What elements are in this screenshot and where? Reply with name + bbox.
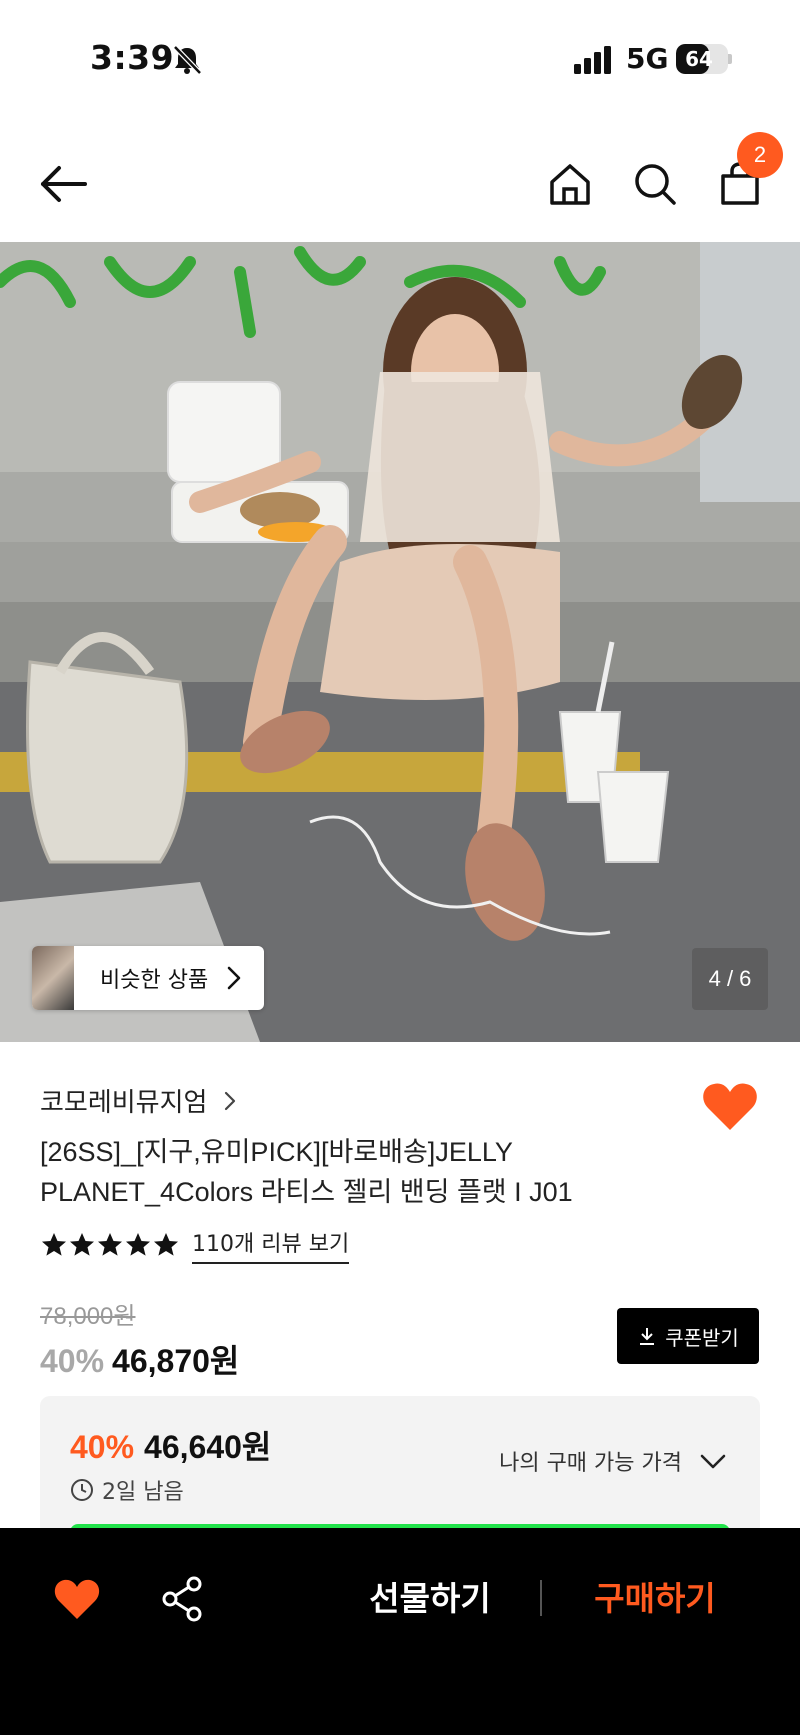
heart-icon: [54, 1579, 100, 1619]
chevron-right-icon: [225, 1091, 236, 1110]
star-icon: [70, 1233, 94, 1256]
coupon-label: 쿠폰받기: [665, 1325, 739, 1350]
time-left-label: 2일 남음: [102, 1480, 184, 1505]
my-price-box[interactable]: 40% 46,640원 2일 남음 나의 구매 가능 가격: [40, 1396, 760, 1536]
home-icon: [550, 164, 590, 205]
star-icon: [154, 1233, 178, 1256]
star-icon: [98, 1233, 122, 1256]
my-price-row: 40% 46,640원: [70, 1422, 271, 1468]
chevron-right-icon: [227, 966, 241, 990]
star-icon: [126, 1233, 150, 1256]
discount-percent: 40%: [40, 1343, 105, 1379]
sale-price-row: 40% 46,870원: [40, 1336, 239, 1382]
heart-icon: [703, 1083, 757, 1130]
cart-count-badge: 2: [737, 132, 783, 178]
top-nav: [0, 130, 800, 240]
back-arrow-icon: [41, 166, 87, 202]
time-left: 2일 남음: [70, 1474, 184, 1506]
bottom-action-bar: 선물하기 구매하기: [0, 1528, 800, 1735]
battery-level: 64: [685, 47, 713, 71]
share-button[interactable]: [158, 1574, 208, 1624]
battery-indicator: 64: [676, 44, 732, 74]
star-icon: [42, 1233, 66, 1256]
bell-muted-icon: [173, 45, 202, 75]
search-icon: [635, 164, 676, 205]
product-image-carousel[interactable]: 비슷한 상품 4 / 6: [0, 242, 800, 1042]
home-button[interactable]: [540, 154, 600, 214]
signal-icon: [574, 46, 611, 74]
my-price: 46,640원: [144, 1429, 272, 1465]
rating-row: 110개 리뷰 보기: [40, 1226, 350, 1264]
image-page-counter: 4 / 6: [692, 948, 768, 1010]
my-price-toggle[interactable]: 나의 구매 가능 가격: [499, 1444, 730, 1478]
product-photo: [0, 242, 800, 1042]
buy-button[interactable]: 구매하기: [565, 1564, 745, 1634]
similar-products-button[interactable]: 비슷한 상품: [32, 946, 265, 1010]
divider: [540, 1580, 542, 1616]
brand-link[interactable]: 코모레비뮤지엄: [40, 1082, 243, 1119]
back-button[interactable]: [34, 154, 94, 214]
clock-icon: [71, 1479, 93, 1501]
brand-name: 코모레비뮤지엄: [40, 1088, 208, 1118]
status-bar: 3:39 5G 64: [0, 0, 800, 118]
product-title: [26SS]_[지구,유미PICK][바로배송]JELLY PLANET_4Co…: [40, 1137, 573, 1207]
my-price-toggle-label: 나의 구매 가능 가격: [499, 1451, 682, 1476]
status-time: 3:39: [90, 38, 175, 77]
reviews-link[interactable]: 110개 리뷰 보기: [192, 1226, 350, 1264]
share-icon: [162, 1576, 202, 1622]
network-label: 5G: [626, 42, 669, 75]
gift-button[interactable]: 선물하기: [340, 1564, 520, 1634]
chevron-down-icon: [700, 1454, 726, 1469]
search-button[interactable]: [625, 154, 685, 214]
original-price: 78,000원: [40, 1303, 136, 1330]
similar-products-thumbnail: [32, 946, 74, 1010]
download-icon: [640, 1328, 655, 1345]
my-discount-percent: 40%: [70, 1429, 135, 1465]
get-coupon-button[interactable]: 쿠폰받기: [617, 1308, 759, 1364]
bottom-wishlist-button[interactable]: [52, 1574, 102, 1624]
rating-stars: [40, 1231, 180, 1259]
sale-price: 46,870원: [112, 1343, 240, 1379]
similar-products-label: 비슷한 상품: [100, 968, 209, 993]
wishlist-heart-button[interactable]: [700, 1076, 760, 1136]
